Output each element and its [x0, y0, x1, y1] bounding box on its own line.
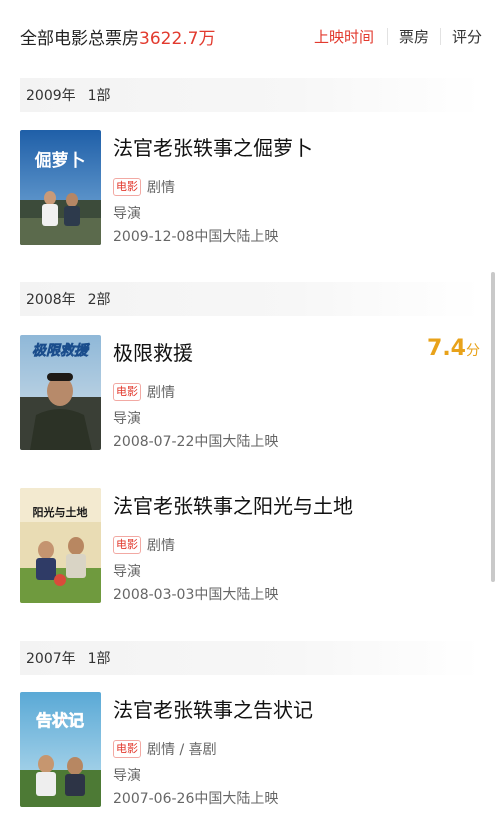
year-label: 2009年 [26, 88, 76, 104]
year-count: 1部 [87, 88, 111, 104]
sort-tabs: 上映时间 票房 评分 [303, 26, 482, 47]
poster-title-text: 倔萝卜 [35, 150, 86, 171]
movie-title[interactable]: 法官老张轶事之告状记 [113, 694, 313, 723]
movie-genre: 剧情 [147, 385, 175, 401]
movie-tags: 电影 剧情 [113, 535, 175, 555]
poster-title-text: 阳光与土地 [33, 505, 88, 519]
movie-poster[interactable]: 阳光与土地 [20, 488, 101, 603]
movie-release-date: 2009-12-08中国大陆上映 [113, 229, 279, 245]
scrollbar[interactable] [491, 272, 495, 582]
movie-genre: 剧情 [147, 180, 175, 196]
movie-release-date: 2007-06-26中国大陆上映 [113, 791, 279, 807]
movie-tags: 电影 剧情 [113, 382, 175, 402]
movie-poster[interactable]: 告状记 [20, 692, 101, 807]
movie-score: 7.4分 [427, 336, 480, 361]
movie-release-date: 2008-07-22中国大陆上映 [113, 434, 279, 450]
movie-genre: 剧情 [147, 538, 175, 554]
movie-tags: 电影 剧情 / 喜剧 [113, 739, 217, 759]
movie-type-badge: 电影 [113, 178, 141, 196]
movie-title[interactable]: 法官老张轶事之阳光与土地 [113, 490, 353, 519]
movie-title[interactable]: 法官老张轶事之倔萝卜 [113, 132, 313, 161]
movie-type-badge: 电影 [113, 740, 141, 758]
movie-item[interactable]: 极限救援 极限救援 7.4分 电影 剧情 导演 2008-07-22中国大陆上映 [20, 335, 482, 450]
tab-release-time[interactable]: 上映时间 [303, 26, 387, 47]
movie-type-badge: 电影 [113, 383, 141, 401]
year-header-2008: 2008年 2部 [20, 282, 482, 316]
movie-director: 导演 [113, 411, 141, 427]
tab-box-office[interactable]: 票房 [388, 26, 440, 47]
year-count: 1部 [87, 651, 111, 667]
score-value: 7.4 [427, 336, 466, 361]
year-count: 2部 [87, 292, 111, 308]
movie-type-badge: 电影 [113, 536, 141, 554]
total-box-office-amount: 3622.7万 [139, 28, 216, 49]
movie-item[interactable]: 倔萝卜 法官老张轶事之倔萝卜 电影 剧情 导演 2009-12-08中国大陆上映 [20, 130, 482, 245]
movie-release-date: 2008-03-03中国大陆上映 [113, 587, 279, 603]
poster-title-text: 告状记 [36, 711, 84, 730]
poster-title-text: 极限救援 [32, 342, 90, 359]
movie-genre: 剧情 / 喜剧 [147, 742, 217, 758]
movie-item[interactable]: 告状记 法官老张轶事之告状记 电影 剧情 / 喜剧 导演 2007-06-26中… [20, 692, 482, 807]
tab-rating[interactable]: 评分 [441, 26, 482, 47]
movie-title[interactable]: 极限救援 [113, 337, 193, 366]
total-box-office: 全部电影总票房3622.7万 [20, 24, 215, 49]
year-header-2007: 2007年 1部 [20, 641, 482, 675]
movie-tags: 电影 剧情 [113, 177, 175, 197]
movie-item[interactable]: 阳光与土地 法官老张轶事之阳光与土地 电影 剧情 导演 2008-03-03中国… [20, 488, 482, 603]
score-unit: 分 [466, 343, 480, 359]
movie-poster[interactable]: 倔萝卜 [20, 130, 101, 245]
movie-director: 导演 [113, 206, 141, 222]
year-label: 2007年 [26, 651, 76, 667]
movie-director: 导演 [113, 564, 141, 580]
total-box-office-label: 全部电影总票房 [20, 28, 139, 49]
year-label: 2008年 [26, 292, 76, 308]
movie-poster[interactable]: 极限救援 [20, 335, 101, 450]
movie-director: 导演 [113, 768, 141, 784]
year-header-2009: 2009年 1部 [20, 78, 482, 112]
